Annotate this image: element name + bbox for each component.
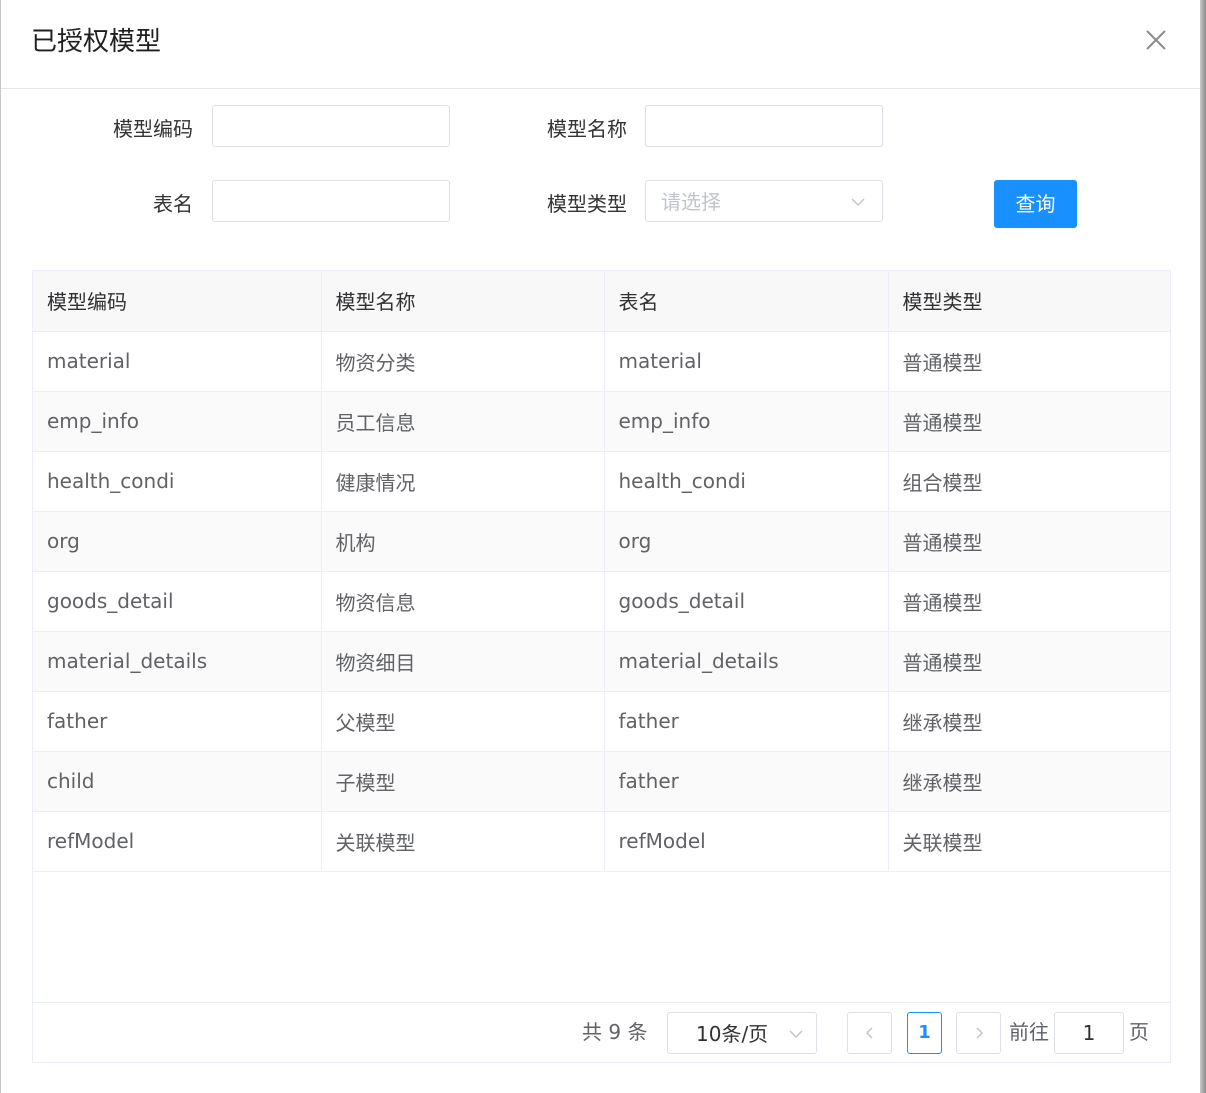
column-header-model-type: 模型类型 bbox=[888, 271, 1170, 332]
cell-model-code: child bbox=[33, 751, 322, 812]
cell-table-name: emp_info bbox=[604, 391, 889, 452]
query-button[interactable]: 查询 bbox=[994, 180, 1077, 228]
next-page-button[interactable] bbox=[956, 1012, 1001, 1054]
goto-page-input[interactable] bbox=[1054, 1012, 1124, 1054]
model-type-select[interactable]: 请选择 bbox=[645, 180, 883, 222]
cell-table-name: father bbox=[604, 691, 889, 752]
cell-table-name: health_condi bbox=[604, 451, 889, 512]
goto-label: 前往 bbox=[1009, 1020, 1049, 1044]
prev-page-button[interactable] bbox=[847, 1012, 892, 1054]
model-type-label: 模型类型 bbox=[547, 192, 627, 216]
cell-model-type: 普通模型 bbox=[888, 331, 1170, 392]
cell-table-name: father bbox=[604, 751, 889, 812]
cell-model-code: emp_info bbox=[33, 391, 322, 452]
model-name-input[interactable] bbox=[645, 105, 883, 147]
table-row[interactable]: health_condi 健康情况 health_condi 组合模型 bbox=[33, 451, 1170, 512]
page-number-current[interactable]: 1 bbox=[907, 1012, 942, 1054]
cell-model-code: org bbox=[33, 511, 322, 572]
cell-model-type: 普通模型 bbox=[888, 631, 1170, 692]
chevron-left-icon bbox=[865, 1027, 873, 1039]
cell-table-name: material bbox=[604, 331, 889, 392]
column-header-table-name: 表名 bbox=[604, 271, 889, 332]
cell-model-code: refModel bbox=[33, 811, 322, 872]
cell-model-type: 组合模型 bbox=[888, 451, 1170, 512]
close-icon[interactable] bbox=[1141, 25, 1171, 55]
chevron-right-icon bbox=[976, 1027, 984, 1039]
dialog-edge-shadow bbox=[1200, 0, 1206, 1093]
table-row[interactable]: org 机构 org 普通模型 bbox=[33, 511, 1170, 572]
page-size-value: 10条/页 bbox=[696, 1022, 769, 1046]
cell-model-type: 关联模型 bbox=[888, 811, 1170, 872]
chevron-down-icon bbox=[851, 198, 865, 207]
cell-model-name: 关联模型 bbox=[321, 811, 605, 872]
model-name-label: 模型名称 bbox=[547, 117, 627, 141]
table-row[interactable]: child 子模型 father 继承模型 bbox=[33, 751, 1170, 812]
authorized-models-dialog: 已授权模型 模型编码 模型名称 表名 模型类型 请选择 查询 模型编码 模型名称… bbox=[0, 0, 1201, 1093]
model-type-placeholder: 请选择 bbox=[661, 190, 721, 214]
pagination-total: 共 9 条 bbox=[582, 1020, 648, 1044]
cell-model-code: goods_detail bbox=[33, 571, 322, 632]
table-row[interactable]: father 父模型 father 继承模型 bbox=[33, 691, 1170, 752]
cell-model-name: 父模型 bbox=[321, 691, 605, 752]
cell-model-name: 物资分类 bbox=[321, 331, 605, 392]
dialog-header: 已授权模型 bbox=[1, 0, 1201, 89]
cell-model-type: 普通模型 bbox=[888, 511, 1170, 572]
cell-model-code: material_details bbox=[33, 631, 322, 692]
table-name-label: 表名 bbox=[153, 192, 193, 216]
cell-model-name: 物资细目 bbox=[321, 631, 605, 692]
cell-table-name: goods_detail bbox=[604, 571, 889, 632]
pagination: 共 9 条 10条/页 1 前往 页 bbox=[33, 1002, 1170, 1062]
model-code-label: 模型编码 bbox=[113, 117, 193, 141]
cell-table-name: org bbox=[604, 511, 889, 572]
cell-table-name: refModel bbox=[604, 811, 889, 872]
cell-model-name: 机构 bbox=[321, 511, 605, 572]
goto-page-unit: 页 bbox=[1129, 1020, 1149, 1044]
cell-model-type: 继承模型 bbox=[888, 751, 1170, 812]
chevron-down-icon bbox=[789, 1030, 803, 1039]
column-header-model-name: 模型名称 bbox=[321, 271, 605, 332]
table-header-row: 模型编码 模型名称 表名 模型类型 bbox=[33, 271, 1170, 332]
table-name-input[interactable] bbox=[212, 180, 450, 222]
cell-model-type: 继承模型 bbox=[888, 691, 1170, 752]
cell-model-name: 健康情况 bbox=[321, 451, 605, 512]
cell-model-name: 子模型 bbox=[321, 751, 605, 812]
cell-model-name: 物资信息 bbox=[321, 571, 605, 632]
column-header-model-code: 模型编码 bbox=[33, 271, 322, 332]
cell-model-code: health_condi bbox=[33, 451, 322, 512]
table-row[interactable]: material_details 物资细目 material_details 普… bbox=[33, 631, 1170, 692]
table-empty-area bbox=[33, 872, 1170, 1003]
dialog-title: 已授权模型 bbox=[31, 27, 162, 57]
table-row[interactable]: refModel 关联模型 refModel 关联模型 bbox=[33, 811, 1170, 872]
cell-model-code: father bbox=[33, 691, 322, 752]
models-table: 模型编码 模型名称 表名 模型类型 material 物资分类 material… bbox=[32, 270, 1171, 1063]
table-row[interactable]: emp_info 员工信息 emp_info 普通模型 bbox=[33, 391, 1170, 452]
cell-model-type: 普通模型 bbox=[888, 391, 1170, 452]
page-size-select[interactable]: 10条/页 bbox=[667, 1012, 817, 1054]
model-code-input[interactable] bbox=[212, 105, 450, 147]
cell-table-name: material_details bbox=[604, 631, 889, 692]
cell-model-name: 员工信息 bbox=[321, 391, 605, 452]
cell-model-code: material bbox=[33, 331, 322, 392]
table-row[interactable]: goods_detail 物资信息 goods_detail 普通模型 bbox=[33, 571, 1170, 632]
table-row[interactable]: material 物资分类 material 普通模型 bbox=[33, 331, 1170, 392]
cell-model-type: 普通模型 bbox=[888, 571, 1170, 632]
